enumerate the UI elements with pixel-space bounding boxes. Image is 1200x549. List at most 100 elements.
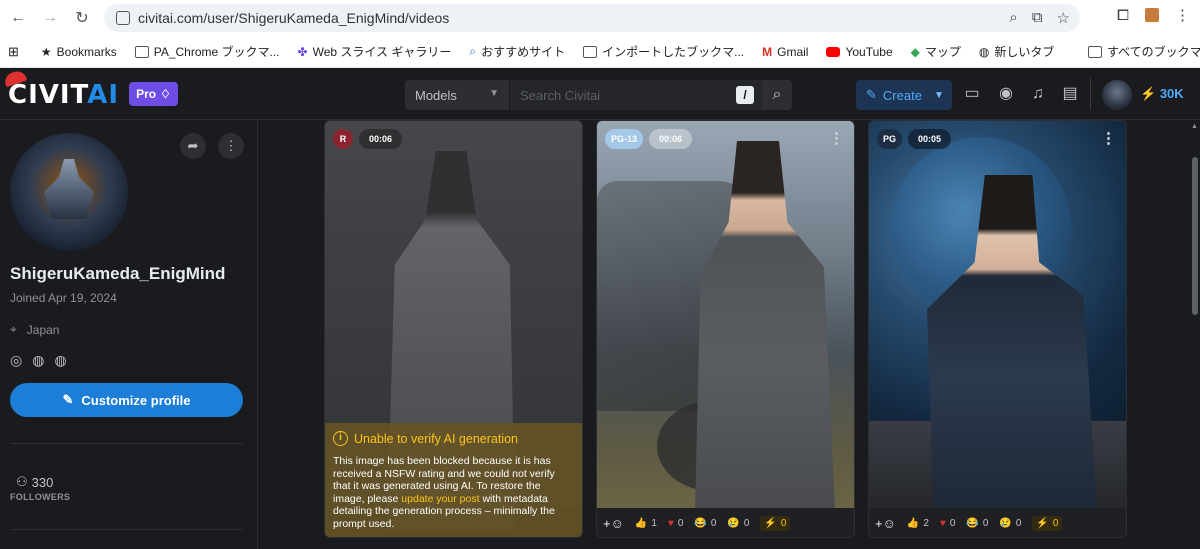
search-bar: Models ▼ Search Civitai / ⌕ (405, 80, 792, 110)
scroll-up-icon[interactable]: ▲ (1191, 123, 1198, 130)
omnibox-actions: ⌕ ⧉ ☆ (1009, 9, 1070, 27)
scrollbar-thumb[interactable] (1192, 157, 1198, 315)
bookmark-star-icon[interactable]: ☆ (1057, 9, 1070, 27)
video-card[interactable]: R 00:06 i Unable to verify AI generation… (324, 120, 583, 538)
zoom-icon[interactable]: ⌕ (1009, 9, 1017, 27)
blocked-warning: i Unable to verify AI generation This im… (325, 423, 582, 537)
eye-icon[interactable]: ◉ (996, 84, 1016, 104)
bookmark-youtube[interactable]: YouTube (826, 45, 893, 59)
chevron-down-icon: ▼ (489, 88, 499, 99)
diamond-icon: ♢ (160, 87, 171, 101)
url-text: civitai.com/user/ShigeruKameda_EnigMind/… (138, 10, 450, 26)
star-icon: ★ (40, 44, 52, 59)
bell-icon[interactable]: ♫ (1028, 84, 1048, 104)
install-icon[interactable]: ⧉ (1032, 9, 1043, 27)
globe-icon[interactable]: ◍ (54, 352, 66, 369)
extensions-icon[interactable]: ⧠ (1117, 7, 1129, 24)
butterfly-icon: ✤ (297, 44, 308, 59)
bookmark-new-tab[interactable]: ◍ 新しいタブ (979, 43, 1055, 60)
profile-avatar-icon[interactable] (1145, 8, 1159, 22)
social-links: ◎ ◍ ◍ (10, 352, 67, 369)
search-icon: ⌕ (469, 44, 477, 58)
like-reaction[interactable]: 👍 2 (907, 518, 929, 529)
divider (10, 443, 243, 444)
heart-icon: ♥ (667, 518, 674, 529)
more-options-icon[interactable]: ⋮ (218, 133, 244, 159)
lightning-icon: ⚡ (1036, 518, 1049, 529)
globe-icon[interactable]: ◍ (32, 352, 44, 369)
bookmark-imported[interactable]: インポートしたブックマ... (583, 43, 744, 60)
add-reaction-button[interactable]: +☺ (875, 516, 896, 531)
laugh-icon: 😂 (966, 518, 979, 529)
user-icon: ⚇ (16, 474, 28, 489)
profile-sidebar: ➦ ⋮ ShigeruKameda_EnigMind Joined Apr 19… (0, 121, 258, 549)
bookmark-maps[interactable]: ◆ マップ (911, 43, 961, 60)
rating-badge: PG-13 (605, 129, 644, 149)
menu-dots-icon[interactable]: ⋮ (1175, 6, 1190, 24)
video-thumbnail[interactable] (597, 121, 854, 511)
buzz-tip-button[interactable]: ⚡ 0 (1032, 516, 1063, 531)
bookmarks-bar: ⊞ ★ Bookmarks PA_Chrome ブックマ... ✤ Web スライス… (0, 36, 1200, 68)
avatar-artwork (44, 159, 94, 219)
civitai-logo[interactable]: CIVITAI (2, 68, 119, 110)
laugh-reaction[interactable]: 😂 0 (694, 518, 716, 529)
all-bookmarks[interactable]: すべてのブックマーク (1088, 43, 1200, 60)
heart-reaction[interactable]: ♥ 0 (668, 518, 684, 529)
folder-icon (583, 45, 598, 58)
bookmark-gmail[interactable]: M Gmail (762, 45, 808, 59)
pro-badge[interactable]: Pro ♢ (129, 82, 178, 106)
search-category-select[interactable]: Models ▼ (405, 80, 510, 110)
chevron-down-icon: ▼ (933, 89, 944, 101)
buzz-balance[interactable]: ⚡ 30K (1140, 86, 1184, 102)
card-menu-icon[interactable]: ⋮ (829, 129, 844, 147)
bookmark-pa-chrome[interactable]: PA_Chrome ブックマ... (134, 43, 280, 60)
cry-reaction[interactable]: 😢 0 (727, 518, 749, 529)
page-scrollbar[interactable]: ▲ (1190, 121, 1200, 549)
reaction-bar: +☺ 👍 1 ♥ 0 😂 0 😢 0 ⚡ 0 (597, 508, 854, 537)
video-card[interactable]: PG-13 00:06 ⋮ +☺ 👍 1 ♥ 0 😂 0 😢 0 ⚡ 0 (596, 120, 855, 538)
joined-date: Joined Apr 19, 2024 (10, 291, 117, 305)
customize-profile-button[interactable]: ✎ Customize profile (10, 383, 243, 417)
bookmark-bookmarks[interactable]: ★ Bookmarks (41, 45, 117, 59)
laugh-reaction[interactable]: 😂 0 (966, 518, 988, 529)
duration-badge: 00:05 (908, 129, 952, 149)
site-info-icon[interactable] (116, 11, 130, 25)
search-input[interactable]: Search Civitai / (510, 80, 762, 110)
like-reaction[interactable]: 👍 1 (635, 518, 657, 529)
keyboard-shortcut-badge: / (736, 86, 754, 104)
video-card[interactable]: PG 00:05 ⋮ +☺ 👍 2 ♥ 0 😂 0 😢 0 ⚡ 0 (868, 120, 1127, 538)
buzz-tip-button[interactable]: ⚡ 0 (760, 516, 791, 531)
update-post-link[interactable]: update your post (401, 493, 479, 505)
card-menu-icon[interactable]: ⋮ (1101, 129, 1116, 147)
heart-reaction[interactable]: ♥ 0 (940, 518, 956, 529)
monitor-upload-icon[interactable]: ▭ (962, 84, 982, 104)
pencil-icon: ✎ (62, 392, 74, 407)
apps-grid-icon[interactable]: ⊞ (8, 44, 19, 60)
share-icon[interactable]: ➦ (180, 133, 206, 159)
forward-icon[interactable]: → (38, 6, 62, 30)
heart-icon: ♥ (939, 518, 946, 529)
youtube-icon (826, 46, 841, 57)
create-button[interactable]: ✎ Create ▼ (856, 80, 952, 110)
instagram-icon[interactable]: ◎ (10, 352, 22, 369)
bookmark-web-slice[interactable]: ✤ Web スライス ギャラリー (298, 43, 452, 60)
brush-icon: ✎ (866, 87, 877, 102)
search-button[interactable]: ⌕ (762, 80, 792, 110)
bookmark-osusume[interactable]: ⌕ おすすめサイト (469, 43, 565, 60)
lightning-icon: ⚡ (1140, 86, 1157, 101)
video-thumbnail[interactable] (869, 121, 1126, 511)
rating-badge: PG (877, 129, 903, 149)
cry-icon: 😢 (727, 518, 740, 529)
video-tags: R 00:06 (333, 129, 403, 149)
site-header: CIVITAI Pro ♢ Models ▼ Search Civitai / … (0, 68, 1200, 120)
thumbs-up-icon: 👍 (634, 518, 648, 529)
add-reaction-button[interactable]: +☺ (603, 516, 624, 531)
chat-icon[interactable]: ▤ (1060, 84, 1080, 104)
user-avatar[interactable] (1102, 80, 1132, 110)
address-bar[interactable]: civitai.com/user/ShigeruKameda_EnigMind/… (104, 4, 1080, 32)
location-pin-icon: ⌖ (10, 322, 17, 336)
back-icon[interactable]: ← (6, 6, 30, 30)
reload-icon[interactable]: ↻ (70, 6, 94, 30)
cry-reaction[interactable]: 😢 0 (999, 518, 1021, 529)
profile-avatar (10, 133, 128, 251)
